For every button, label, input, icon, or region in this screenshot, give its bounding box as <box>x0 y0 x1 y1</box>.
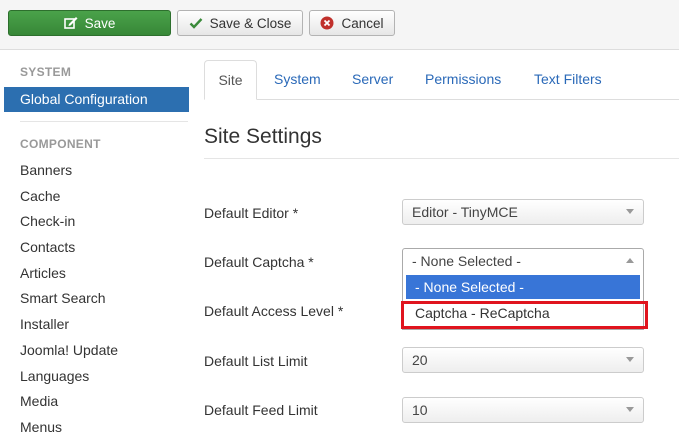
edit-icon <box>63 16 78 30</box>
sidebar-item-banners[interactable]: Banners <box>20 161 118 187</box>
chevron-down-icon <box>626 407 634 412</box>
sidebar-item-contacts[interactable]: Contacts <box>20 238 118 264</box>
tab-permissions[interactable]: Permissions <box>425 60 501 99</box>
sidebar-divider <box>20 121 188 122</box>
default-captcha-select[interactable]: - None Selected - <box>402 248 644 274</box>
sidebar-item-languages[interactable]: Languages <box>20 367 118 393</box>
settings-tabs: Site System Server Permissions Text Filt… <box>204 60 679 100</box>
chevron-down-icon <box>626 357 634 362</box>
chevron-up-icon <box>626 258 634 263</box>
default-editor-select[interactable]: Editor - TinyMCE <box>402 199 644 225</box>
sidebar-item-check-in[interactable]: Check-in <box>20 212 118 238</box>
chevron-down-icon <box>626 209 634 214</box>
sidebar-item-articles[interactable]: Articles <box>20 264 118 290</box>
save-close-button[interactable]: Save & Close <box>177 10 303 36</box>
cancel-button[interactable]: Cancel <box>309 10 395 36</box>
tab-text-filters[interactable]: Text Filters <box>534 60 602 99</box>
sidebar-heading-component: COMPONENT <box>20 137 101 151</box>
toolbar: Save Save & Close Cancel <box>0 0 679 50</box>
sidebar-item-joomla-update[interactable]: Joomla! Update <box>20 341 118 367</box>
tab-site[interactable]: Site <box>204 60 257 100</box>
cancel-label: Cancel <box>341 15 384 31</box>
default-captcha-label: Default Captcha * <box>204 254 314 270</box>
save-button[interactable]: Save <box>8 10 171 36</box>
save-label: Save <box>84 15 116 31</box>
sidebar: SYSTEM Global Configuration COMPONENT Ba… <box>0 49 192 440</box>
title-divider <box>204 158 679 159</box>
sidebar-item-cache[interactable]: Cache <box>20 187 118 213</box>
sidebar-item-global-configuration[interactable]: Global Configuration <box>4 87 189 112</box>
default-feed-limit-label: Default Feed Limit <box>204 402 318 418</box>
default-list-limit-value: 20 <box>412 352 428 368</box>
sidebar-component-list: Banners Cache Check-in Contacts Articles… <box>20 161 118 444</box>
default-editor-value: Editor - TinyMCE <box>412 204 518 220</box>
captcha-option-none[interactable]: - None Selected - <box>406 275 640 299</box>
sidebar-item-installer[interactable]: Installer <box>20 315 118 341</box>
tab-server[interactable]: Server <box>352 60 393 99</box>
default-feed-limit-select[interactable]: 10 <box>402 397 644 423</box>
save-close-label: Save & Close <box>209 15 292 31</box>
tab-system[interactable]: System <box>274 60 321 99</box>
cancel-circle-icon <box>320 16 334 30</box>
default-access-level-label: Default Access Level * <box>204 303 344 319</box>
sidebar-item-media[interactable]: Media <box>20 392 118 418</box>
default-feed-limit-value: 10 <box>412 402 428 418</box>
highlight-annotation-box <box>401 301 648 329</box>
checkmark-icon <box>189 16 203 30</box>
default-editor-label: Default Editor * <box>204 205 299 221</box>
sidebar-heading-system: SYSTEM <box>20 65 72 79</box>
default-list-limit-label: Default List Limit <box>204 353 308 369</box>
default-captcha-value: - None Selected - <box>412 253 521 269</box>
page-title: Site Settings <box>204 125 322 148</box>
sidebar-item-smart-search[interactable]: Smart Search <box>20 289 118 315</box>
default-list-limit-select[interactable]: 20 <box>402 347 644 373</box>
